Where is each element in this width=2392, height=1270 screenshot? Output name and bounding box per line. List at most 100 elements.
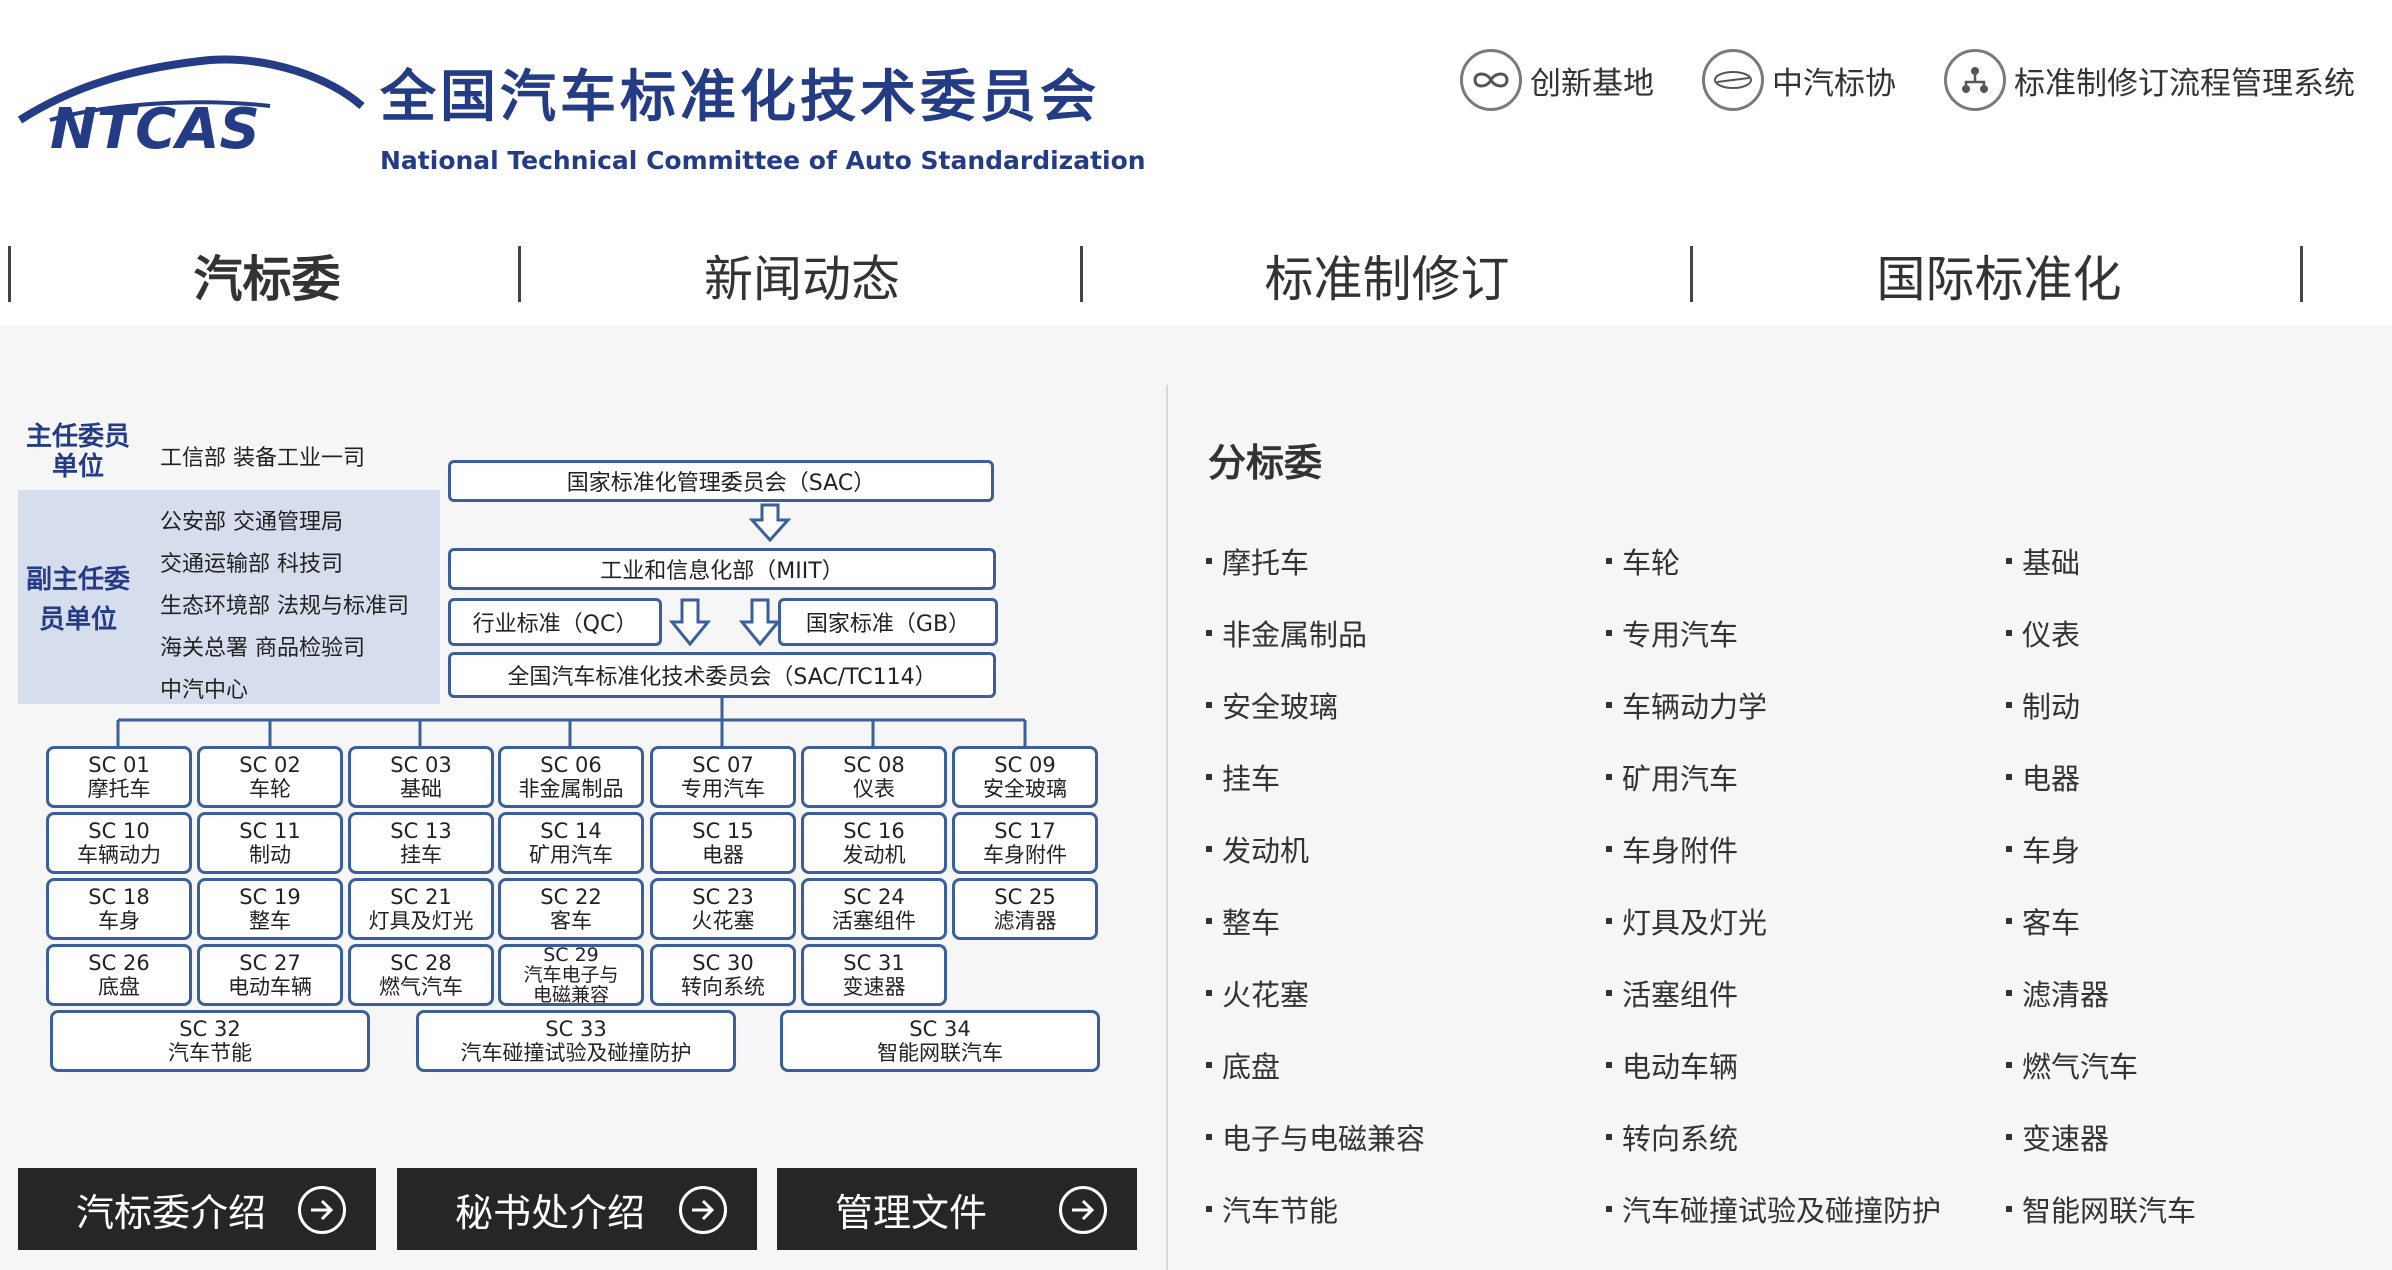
quick-link-casc[interactable]: 中汽标协 <box>1702 49 1896 111</box>
subcommittee-link[interactable]: 灯具及灯光 <box>1606 900 1767 942</box>
subcommittee-link[interactable]: 火花塞 <box>1206 972 1309 1014</box>
subcommittee-label: 灯具及灯光 <box>1622 906 1768 940</box>
sc-name: 车轮 <box>249 777 291 801</box>
sac-box: 国家标准化管理委员会（SAC） <box>448 460 994 502</box>
nav-divider <box>518 246 521 302</box>
sc-code: SC 17 <box>994 819 1056 843</box>
subcommittee-label: 车轮 <box>1622 546 1681 580</box>
subcommittee-link[interactable]: 滤清器 <box>2006 972 2109 1014</box>
nav-item-qibiaowei[interactable]: 汽标委 <box>12 240 522 310</box>
sc-box: SC 25 滤清器 <box>952 878 1098 940</box>
subcommittee-link[interactable]: 智能网联汽车 <box>2006 1188 2196 1230</box>
sc-box: SC 03 基础 <box>348 746 494 808</box>
nav-item-standards[interactable]: 标准制修订 <box>1084 240 1690 310</box>
ntcas-logo[interactable]: NTCAS <box>10 48 370 158</box>
vice-unit-item: 生态环境部 法规与标准司 <box>160 594 409 619</box>
sc-box: SC 02 车轮 <box>197 746 343 808</box>
bullet-icon <box>1606 558 1612 564</box>
sc-name: 底盘 <box>98 975 140 999</box>
sc-box: SC 29 汽车电子与 电磁兼容 <box>498 944 644 1006</box>
subcommittee-link[interactable]: 发动机 <box>1206 828 1309 870</box>
bullet-icon <box>1206 774 1212 780</box>
bullet-icon <box>1206 1134 1212 1140</box>
subcommittee-link[interactable]: 车辆动力学 <box>1606 684 1767 726</box>
subcommittee-link[interactable]: 车身附件 <box>1606 828 1738 870</box>
sc-name: 制动 <box>249 843 291 867</box>
subcommittee-link[interactable]: 基础 <box>2006 540 2080 582</box>
subcommittee-link[interactable]: 车轮 <box>1606 540 1680 582</box>
sc-box: SC 06 非金属制品 <box>498 746 644 808</box>
subcommittee-link[interactable]: 矿用汽车 <box>1606 756 1738 798</box>
intro-secretariat-button[interactable]: 秘书处介绍 <box>397 1168 757 1250</box>
sc-code: SC 22 <box>540 885 602 909</box>
sc-name: 电器 <box>702 843 744 867</box>
gb-box: 国家标准（GB） <box>778 598 998 646</box>
subcommittee-link[interactable]: 车身 <box>2006 828 2080 870</box>
subcommittee-link[interactable]: 底盘 <box>1206 1044 1280 1086</box>
quick-link-standards-system[interactable]: 标准制修订流程管理系统 <box>1944 49 2355 111</box>
intro-committee-button[interactable]: 汽标委介绍 <box>18 1168 376 1250</box>
subcommittee-link[interactable]: 整车 <box>1206 900 1280 942</box>
subcommittee-link[interactable]: 仪表 <box>2006 612 2080 654</box>
bullet-icon <box>1206 630 1212 636</box>
site-title-en: National Technical Committee of Auto Sta… <box>380 146 1146 175</box>
subcommittee-link[interactable]: 制动 <box>2006 684 2080 726</box>
sc-code: SC 10 <box>88 819 150 843</box>
sc-box: SC 08 仪表 <box>801 746 947 808</box>
sc-name: 仪表 <box>853 777 895 801</box>
subcommittee-link[interactable]: 燃气汽车 <box>2006 1044 2138 1086</box>
quick-link-label: 标准制修订流程管理系统 <box>2014 65 2355 102</box>
sc-code: SC 13 <box>390 819 452 843</box>
subcommittee-link[interactable]: 专用汽车 <box>1606 612 1738 654</box>
bullet-icon <box>1606 918 1612 924</box>
sc-box: SC 16 发动机 <box>801 812 947 874</box>
subcommittee-label: 制动 <box>2022 690 2081 724</box>
subcommittee-link[interactable]: 摩托车 <box>1206 540 1309 582</box>
sc-code: SC 07 <box>692 753 754 777</box>
subcommittee-label: 摩托车 <box>1222 546 1310 580</box>
sc-code: SC 30 <box>692 951 754 975</box>
bullet-icon <box>1606 630 1612 636</box>
subcommittee-link[interactable]: 活塞组件 <box>1606 972 1738 1014</box>
nav-divider <box>8 246 11 302</box>
sc-code: SC 29 <box>543 944 599 966</box>
bullet-icon <box>2006 990 2012 996</box>
management-docs-button[interactable]: 管理文件 <box>777 1168 1137 1250</box>
subcommittee-link[interactable]: 电动车辆 <box>1606 1044 1738 1086</box>
subcommittee-link[interactable]: 电器 <box>2006 756 2080 798</box>
sc-box: SC 28 燃气汽车 <box>348 944 494 1006</box>
sc-code: SC 14 <box>540 819 602 843</box>
org-chart: 主任委员单位 工信部 装备工业一司 副主任委员单位 公安部 交通管理局 交通运输… <box>0 400 1150 1100</box>
vice-unit-item: 海关总署 商品检验司 <box>160 636 365 661</box>
subcommittee-link[interactable]: 挂车 <box>1206 756 1280 798</box>
logo-text: NTCAS <box>50 97 260 158</box>
sc-box: SC 31 变速器 <box>801 944 947 1006</box>
vice-unit-item: 交通运输部 科技司 <box>160 552 343 577</box>
button-label: 秘书处介绍 <box>455 1190 646 1235</box>
miit-box: 工业和信息化部（MIIT） <box>448 548 996 590</box>
quick-link-innovation-base[interactable]: 创新基地 <box>1460 49 1654 111</box>
sc-name: 火花塞 <box>691 909 755 933</box>
subcommittee-link[interactable]: 安全玻璃 <box>1206 684 1338 726</box>
sc-code: SC 27 <box>239 951 301 975</box>
bullet-icon <box>1206 918 1212 924</box>
subcommittee-label: 滤清器 <box>2022 978 2110 1012</box>
sc-code: SC 18 <box>88 885 150 909</box>
subcommittee-link[interactable]: 汽车节能 <box>1206 1188 1338 1230</box>
nav-item-news[interactable]: 新闻动态 <box>522 240 1082 310</box>
subcommittee-label: 车身 <box>2022 834 2081 868</box>
subcommittee-link[interactable]: 转向系统 <box>1606 1116 1738 1158</box>
nav-divider <box>2300 246 2303 302</box>
subcommittee-link[interactable]: 电子与电磁兼容 <box>1206 1116 1425 1158</box>
bullet-icon <box>1606 1062 1612 1068</box>
bullet-icon <box>1206 558 1212 564</box>
subcommittee-link[interactable]: 汽车碰撞试验及碰撞防护 <box>1606 1188 1941 1230</box>
bullet-icon <box>1206 990 1212 996</box>
subcommittee-link[interactable]: 客车 <box>2006 900 2080 942</box>
subcommittee-link[interactable]: 非金属制品 <box>1206 612 1367 654</box>
bullet-icon <box>2006 558 2012 564</box>
subcommittee-label: 仪表 <box>2022 618 2081 652</box>
subcommittee-link[interactable]: 变速器 <box>2006 1116 2109 1158</box>
nav-item-international[interactable]: 国际标准化 <box>1694 240 2304 310</box>
subcommittee-label: 整车 <box>1222 906 1281 940</box>
